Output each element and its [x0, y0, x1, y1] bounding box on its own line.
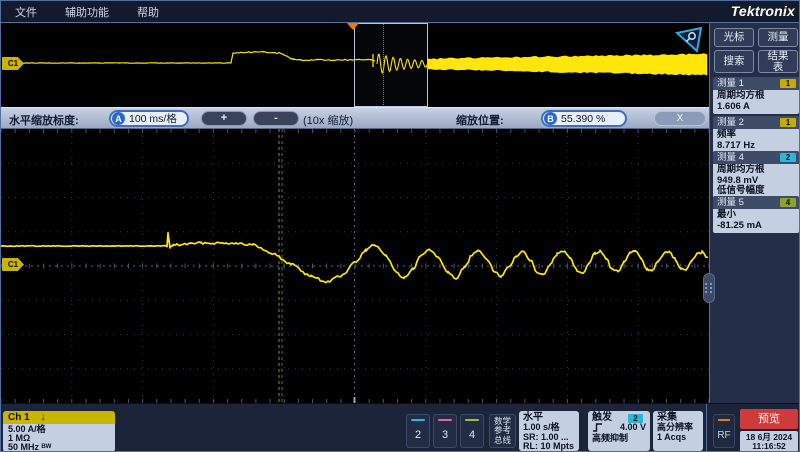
- horizontal-panel[interactable]: 水平 1.00 s/格SR: 1.00 ...RL: 10 Mpts: [519, 411, 579, 451]
- measurement-badge-1[interactable]: 测量 1 1 周期均方根1.606 A: [713, 77, 799, 114]
- menu-file[interactable]: 文件: [1, 4, 51, 20]
- bottom-bar-divider: [706, 404, 707, 452]
- zoom-overview-icon[interactable]: [675, 26, 703, 53]
- results-table-button[interactable]: 结果表: [758, 50, 798, 73]
- search-button[interactable]: 搜索: [714, 50, 754, 73]
- zoom-position-text: 55.390 %: [561, 113, 605, 125]
- horizontal-settings: 1.00 s/格SR: 1.00 ...RL: 10 Mpts: [523, 423, 575, 452]
- waveform-column: C1 水平缩放标度: A 100 ms/格 + - (10x 缩放) 缩放位置:…: [1, 23, 709, 452]
- time-text: 11:16:52: [740, 442, 798, 451]
- datetime-display: 18 6月 2024 11:16:52: [740, 431, 798, 452]
- measurement-badge-4[interactable]: 测量 4 2 周期均方根949.8 mV低信号幅度: [713, 151, 799, 199]
- math-ref-bus-button[interactable]: 数学参考总线: [489, 414, 516, 448]
- zoom-position-value[interactable]: B 55.390 %: [541, 110, 627, 127]
- menu-utility[interactable]: 辅助功能: [51, 4, 123, 20]
- measurement-5-source-badge: 4: [780, 198, 796, 207]
- main-waveform: [1, 129, 709, 403]
- measure-button[interactable]: 测量: [758, 28, 798, 47]
- measurement-badge-5[interactable]: 测量 5 4 最小-81.25 mA: [713, 196, 799, 233]
- measurement-5-values: 最小-81.25 mA: [713, 209, 799, 233]
- measurement-4-title: 测量 4: [717, 152, 744, 163]
- channel1-badge[interactable]: Ch 1 ↓ 5.00 A/格1 MΩ50 MHz ᴮᵂ: [3, 411, 115, 452]
- acquisition-panel[interactable]: 采集 高分辨率1 Acqs: [653, 411, 703, 451]
- menu-help[interactable]: 帮助: [123, 4, 173, 20]
- zoom-scale-decrease-button[interactable]: -: [253, 111, 299, 126]
- cursor-button[interactable]: 光标: [714, 28, 754, 47]
- measurement-2-values: 频率8.717 Hz: [713, 129, 799, 153]
- zoom-close-button[interactable]: X: [654, 111, 706, 126]
- channel2-button[interactable]: 2: [406, 414, 430, 448]
- zoom-scale-text: 100 ms/格: [129, 111, 177, 126]
- settings-bar: Ch 1 ↓ 5.00 A/格1 MΩ50 MHz ᴮᵂ 2 3 4 数学参考总…: [1, 403, 800, 452]
- measurement-badge-2[interactable]: 测量 2 1 频率8.717 Hz: [713, 116, 799, 153]
- channel3-button[interactable]: 3: [433, 414, 457, 448]
- tektronix-logo: Tektronix: [731, 3, 795, 19]
- sidebar-drag-handle[interactable]: [703, 273, 715, 303]
- channel4-color-stripe: [465, 419, 479, 421]
- trigger-marker-icon[interactable]: [346, 23, 360, 30]
- trigger-panel[interactable]: 触发 2 4.00 V 高频抑制: [588, 411, 650, 451]
- channel1-position-arrow-icon: ↓: [40, 412, 45, 423]
- results-sidebar: 光标 测量 搜索 结果表 测量 1 1 周期均方根1.606 A 测量 2 1 …: [709, 23, 800, 452]
- measurement-5-title: 测量 5: [717, 197, 744, 208]
- measurement-4-source-badge: 2: [780, 153, 796, 162]
- zoom-control-bar: 水平缩放标度: A 100 ms/格 + - (10x 缩放) 缩放位置: B …: [1, 107, 709, 129]
- rising-edge-icon: [592, 423, 603, 432]
- measurement-1-values: 周期均方根1.606 A: [713, 90, 799, 114]
- knob-b-icon: B: [544, 112, 557, 125]
- trigger-coupling: 高频抑制: [592, 434, 646, 444]
- channel3-color-stripe: [438, 419, 452, 421]
- measurement-2-source-badge: 1: [780, 118, 796, 127]
- rf-button[interactable]: RF: [713, 414, 735, 448]
- trigger-source-badge: 2: [628, 414, 643, 423]
- trigger-level: 4.00 V: [620, 423, 646, 433]
- knob-a-icon: A: [112, 112, 125, 125]
- zoom-position-label: 缩放位置:: [456, 112, 504, 128]
- overview-window: C1: [1, 23, 709, 107]
- measurement-2-title: 测量 2: [717, 117, 744, 128]
- zoom-scale-label: 水平缩放标度:: [9, 112, 79, 128]
- main-graticule: C1: [1, 129, 709, 403]
- oscilloscope-screen: 文件 辅助功能 帮助 Tektronix C1 水平缩放标度: A 100 ms…: [0, 0, 800, 452]
- acquisition-settings: 高分辨率1 Acqs: [657, 423, 699, 442]
- channel1-title: Ch 1: [8, 412, 30, 423]
- trigger-title: 触发: [592, 412, 612, 423]
- zoom-scale-increase-button[interactable]: +: [201, 111, 247, 126]
- zoom-factor-label: (10x 缩放): [303, 112, 353, 128]
- measurement-1-source-badge: 1: [780, 79, 796, 88]
- zoom-scale-value[interactable]: A 100 ms/格: [109, 110, 189, 127]
- rf-color-stripe: [718, 419, 730, 421]
- measurement-4-values: 周期均方根949.8 mV低信号幅度: [713, 164, 799, 199]
- channel4-button[interactable]: 4: [460, 414, 484, 448]
- menu-bar: 文件 辅助功能 帮助 Tektronix: [1, 1, 800, 23]
- preview-button[interactable]: 预览: [740, 409, 798, 429]
- measurement-1-title: 测量 1: [717, 78, 744, 89]
- channel1-settings: 5.00 A/格1 MΩ50 MHz ᴮᵂ: [3, 424, 115, 452]
- channel2-color-stripe: [411, 419, 425, 421]
- zoom-window-box[interactable]: [354, 23, 428, 107]
